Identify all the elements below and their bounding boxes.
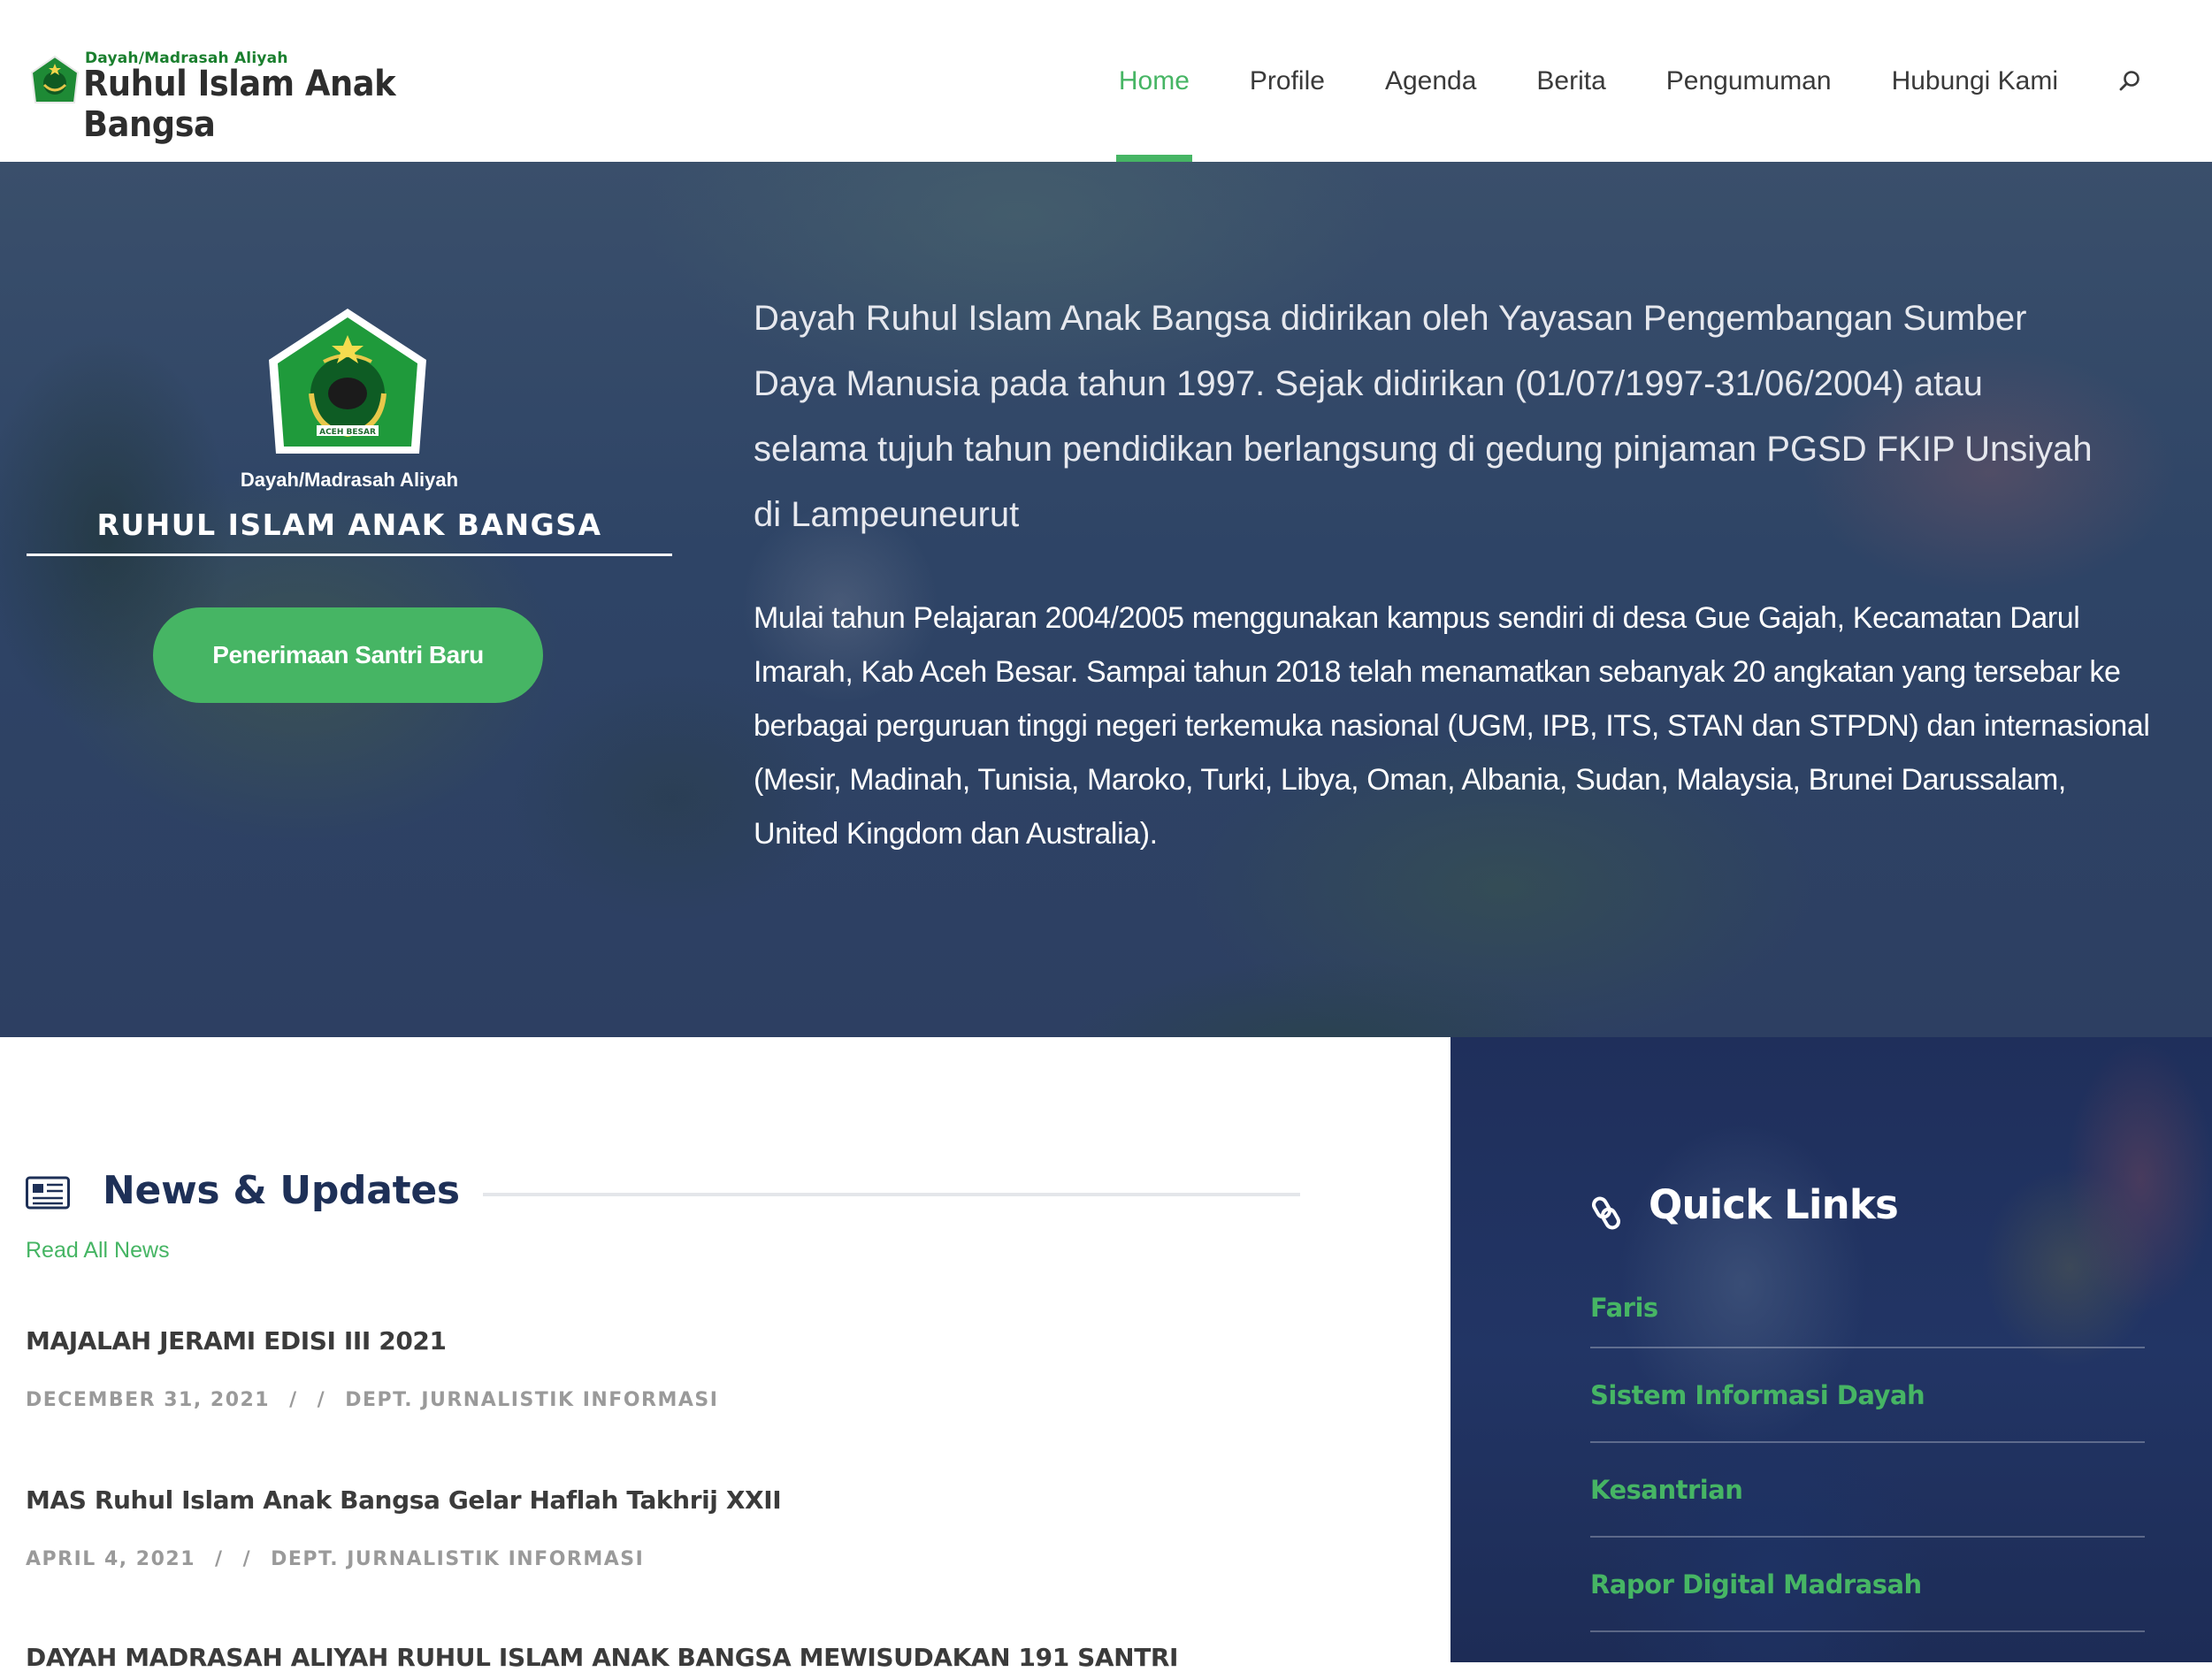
newspaper-icon	[26, 1176, 70, 1210]
news-item: MAJALAH JERAMI EDISI III 2021 DECEMBER 3…	[26, 1326, 718, 1411]
nav-home[interactable]: Home	[1115, 0, 1192, 162]
hero-school-type: Dayah/Madrasah Aliyah	[240, 469, 459, 491]
news-item-meta: DECEMBER 31, 2021 / / DEPT. JURNALISTIK INF…	[26, 1389, 718, 1411]
crest-caption: ACEH BESAR	[319, 428, 376, 437]
quick-links-heading: Quick Links	[1649, 1181, 1899, 1228]
read-all-news-link[interactable]: Read All News	[26, 1238, 170, 1264]
quick-links-list: Faris Sistem Informasi Dayah Kesantrian …	[1590, 1269, 2145, 1632]
quick-link-faris[interactable]: Faris	[1590, 1269, 2145, 1348]
nav-pengumuman[interactable]: Pengumuman	[1666, 0, 1832, 162]
nav-hubungi-kami[interactable]: Hubungi Kami	[1892, 0, 2058, 162]
meta-separator: /	[289, 1389, 298, 1411]
hero-divider	[27, 554, 672, 556]
news-item-title[interactable]: MAS Ruhul Islam Anak Bangsa Gelar Haflah…	[26, 1485, 782, 1515]
nav-profile[interactable]: Profile	[1250, 0, 1325, 162]
main-nav: Home Profile Agenda Berita Pengumuman Hu…	[1059, 0, 2141, 162]
nav-agenda[interactable]: Agenda	[1385, 0, 1476, 162]
quick-links-panel: Quick Links Faris Sistem Informasi Dayah…	[1450, 1037, 2212, 1662]
news-item-author[interactable]: DEPT. JURNALISTIK INFORMASI	[345, 1389, 718, 1411]
quick-link-kesantrian[interactable]: Kesantrian	[1590, 1443, 2145, 1538]
news-item-author[interactable]: DEPT. JURNALISTIK INFORMASI	[271, 1548, 644, 1570]
site-logo[interactable]: Dayah/Madrasah Aliyah Ruhul Islam Anak B…	[30, 44, 543, 145]
news-item: MAS Ruhul Islam Anak Bangsa Gelar Haflah…	[26, 1485, 782, 1570]
hero-section: ACEH BESAR Dayah/Madrasah Aliyah RUHUL I…	[0, 162, 2212, 1037]
news-heading: News & Updates	[103, 1168, 460, 1213]
quick-link-sistem-informasi-dayah[interactable]: Sistem Informasi Dayah	[1590, 1348, 2145, 1443]
news-item-date: APRIL 4, 2021	[26, 1548, 196, 1570]
meta-separator: /	[317, 1389, 326, 1411]
search-icon	[2119, 70, 2139, 90]
news-item-title[interactable]: DAYAH MADRASAH ALIYAH RUHUL ISLAM ANAK B…	[26, 1643, 1178, 1672]
quick-link-rapor-digital-madrasah[interactable]: Rapor Digital Madrasah	[1590, 1538, 2145, 1632]
news-item: DAYAH MADRASAH ALIYAH RUHUL ISLAM ANAK B…	[26, 1643, 1178, 1672]
penerimaan-santri-baru-button[interactable]: Penerimaan Santri Baru	[153, 607, 543, 703]
hero-school-name: RUHUL ISLAM ANAK BANGSA	[96, 508, 602, 542]
nav-berita[interactable]: Berita	[1536, 0, 1605, 162]
news-item-date: DECEMBER 31, 2021	[26, 1389, 271, 1411]
school-emblem-icon	[30, 55, 80, 103]
meta-separator: /	[215, 1548, 224, 1570]
news-item-meta: APRIL 4, 2021 / / DEPT. JURNALISTIK INFORMA…	[26, 1548, 781, 1570]
school-crest-icon: ACEH BESAR	[269, 309, 426, 454]
hero-intro-paragraph: Dayah Ruhul Islam Anak Bangsa didirikan …	[754, 299, 2093, 534]
site-header: Dayah/Madrasah Aliyah Ruhul Islam Anak B…	[0, 0, 2212, 162]
logo-title: Ruhul Islam Anak Bangsa	[83, 64, 396, 145]
search-button[interactable]	[2118, 0, 2141, 162]
news-divider	[483, 1193, 1300, 1196]
hero-history-paragraph: Mulai tahun Pelajaran 2004/2005 mengguna…	[754, 601, 2150, 851]
link-icon	[1592, 1196, 1620, 1230]
news-section: News & Updates Read All News MAJALAH JER…	[0, 1037, 1450, 1672]
news-item-title[interactable]: MAJALAH JERAMI EDISI III 2021	[26, 1326, 718, 1355]
meta-separator: /	[242, 1548, 252, 1570]
